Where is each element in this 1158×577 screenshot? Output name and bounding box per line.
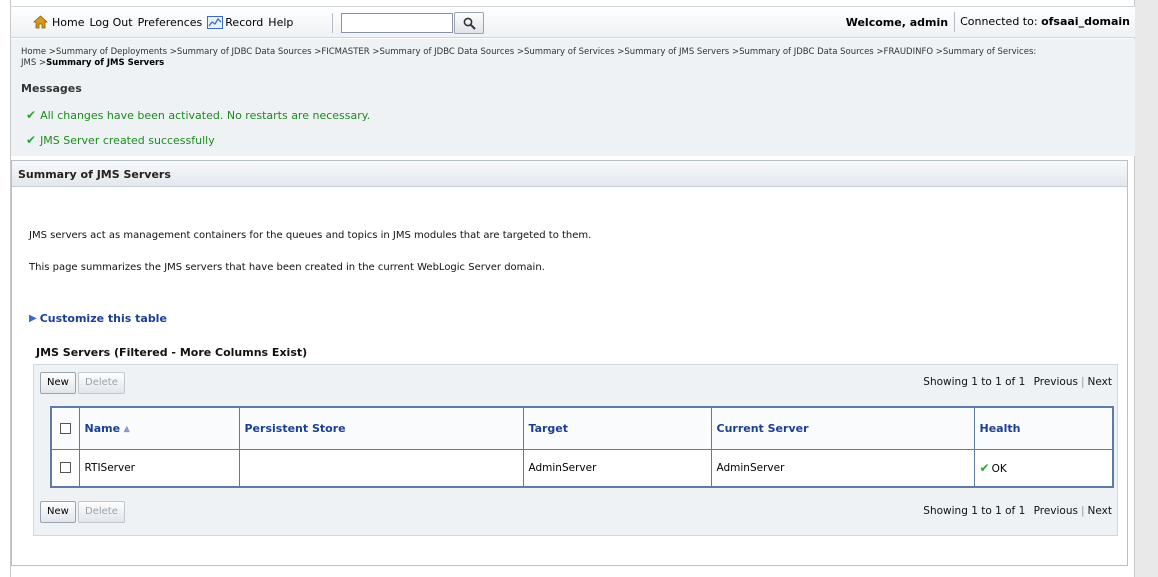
column-header-persistent-store[interactable]: Persistent Store (238, 406, 524, 450)
session-info: Welcome, admin Connected to: ofsaai_doma… (840, 7, 1136, 37)
pager-previous[interactable]: Previous (1034, 376, 1078, 388)
triangle-right-icon: ▶ (29, 313, 37, 324)
vertical-scrollbar[interactable] (1135, 0, 1158, 577)
messages-area: Home >Summary of Deployments >Summary of… (11, 39, 1136, 156)
message-created: ✔ JMS Server created successfully (26, 133, 215, 147)
pager-previous[interactable]: Previous (1034, 505, 1078, 517)
sort-ascending-icon[interactable]: ⩓ (124, 424, 130, 435)
search-icon (463, 17, 476, 30)
column-header-name[interactable]: Name ⩓ (78, 406, 240, 450)
messages-title: Messages (21, 82, 82, 95)
customize-label: Customize this table (39, 312, 167, 325)
pager-showing: Showing 1 to 1 of 1 (923, 505, 1026, 517)
top-toolbar: Home Log Out Preferences Record Help Wel… (11, 6, 1136, 38)
pager-showing: Showing 1 to 1 of 1 (923, 376, 1026, 388)
table-controls-top: New Delete Showing 1 to 1 of 1 Previous |… (34, 372, 1117, 398)
record-icon[interactable] (207, 15, 224, 29)
breadcrumb-path[interactable]: Home >Summary of Deployments >Summary of… (21, 47, 1036, 68)
preferences-link[interactable]: Preferences (138, 16, 203, 29)
message-text: JMS Server created successfully (40, 133, 215, 147)
connected-label: Connected to: (960, 15, 1038, 28)
table-title: JMS Servers (Filtered - More Columns Exi… (36, 346, 308, 359)
pager-next[interactable]: Next (1088, 376, 1112, 388)
table-row: RTIServer AdminServer AdminServer ✔ OK (50, 448, 1114, 488)
checkmark-icon: ✔ (26, 108, 37, 122)
summary-panel: Summary of JMS Servers JMS servers act a… (11, 160, 1128, 566)
select-all-header (50, 406, 80, 450)
home-link[interactable]: Home (52, 16, 84, 29)
column-header-health[interactable]: Health (973, 406, 1114, 450)
breadcrumb: Home >Summary of Deployments >Summary of… (21, 47, 1051, 69)
column-header-target[interactable]: Target (522, 406, 712, 450)
health-status: OK (991, 462, 1007, 475)
description-2: This page summarizes the JMS servers tha… (29, 262, 545, 273)
logout-link[interactable]: Log Out (89, 16, 132, 29)
toolbar-divider (332, 13, 333, 33)
row-checkbox[interactable] (59, 462, 71, 474)
pager-top: Showing 1 to 1 of 1 Previous | Next (923, 376, 1112, 388)
column-header-current-server[interactable]: Current Server (710, 406, 975, 450)
row-select-cell (50, 448, 80, 488)
search-button[interactable] (454, 12, 484, 34)
checkmark-icon: ✔ (979, 460, 990, 475)
jms-servers-table: Name ⩓ Persistent Store Target Current S… (50, 406, 1114, 488)
current-server-cell: AdminServer (710, 448, 975, 488)
target-cell: AdminServer (522, 448, 712, 488)
checkmark-icon: ✔ (26, 133, 37, 147)
pager-bottom: Showing 1 to 1 of 1 Previous | Next (923, 505, 1112, 517)
record-link[interactable]: Record (225, 16, 263, 29)
health-cell: ✔ OK (973, 448, 1114, 488)
description-1: JMS servers act as management containers… (29, 230, 592, 241)
pager-next[interactable]: Next (1088, 505, 1112, 517)
welcome-text: Welcome, admin (845, 15, 949, 29)
server-name-link[interactable]: RTIServer (78, 448, 240, 488)
panel-title: Summary of JMS Servers (12, 161, 1127, 187)
delete-button[interactable]: Delete (78, 372, 125, 394)
table-header-row: Name ⩓ Persistent Store Target Current S… (50, 406, 1114, 450)
persistent-store-cell (238, 448, 524, 488)
domain-name: ofsaai_domain (1041, 15, 1130, 28)
new-button[interactable]: New (40, 372, 76, 394)
breadcrumb-current: Summary of JMS Servers (46, 58, 165, 68)
customize-table-link[interactable]: ▶ Customize this table (29, 312, 167, 325)
table-controls-bottom: New Delete Showing 1 to 1 of 1 Previous |… (34, 501, 1117, 527)
connection-info: Connected to: ofsaai_domain (954, 12, 1136, 32)
message-text: All changes have been activated. No rest… (40, 108, 371, 122)
table-container: New Delete Showing 1 to 1 of 1 Previous |… (33, 364, 1118, 536)
search-input[interactable] (341, 13, 453, 33)
delete-button[interactable]: Delete (78, 501, 125, 523)
new-button[interactable]: New (40, 501, 76, 523)
select-all-checkbox[interactable] (59, 423, 71, 435)
help-link[interactable]: Help (268, 16, 293, 29)
console-frame: Home Log Out Preferences Record Help Wel… (10, 0, 1136, 577)
home-icon[interactable] (33, 15, 48, 29)
toolbar-links: Home Log Out Preferences Record Help (33, 15, 298, 29)
message-activated: ✔ All changes have been activated. No re… (26, 108, 370, 122)
